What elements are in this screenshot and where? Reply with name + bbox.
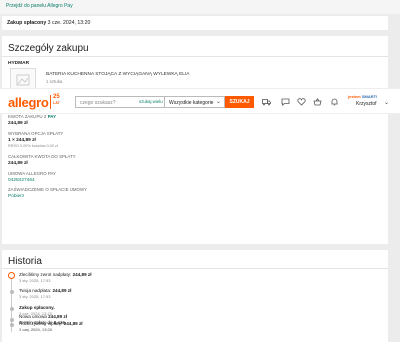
timeline-dot: [9, 323, 14, 327]
basket-icon[interactable]: [313, 98, 322, 106]
logo-separator: [50, 95, 51, 109]
product-quantity: 1 sztuka: [46, 79, 63, 84]
anniversary-badge: 25 LAT: [53, 94, 60, 106]
timeline-item: Twoja nadpłata: 244,89 zł 3 sty. 2025, 1…: [19, 288, 71, 299]
user-menu[interactable]: Krzysztof: [356, 101, 377, 107]
option-note: RRSO 0,00% kosztów 0,00 zł: [8, 144, 58, 148]
contract-label: UMOWA ALLEGRO PAY: [8, 171, 56, 176]
status-label: Zakup spłacony: [7, 20, 47, 26]
option-label: WYBRANA OPCJA SPŁATY: [8, 131, 64, 136]
category-select[interactable]: Wszystkie kategorie ⌄: [165, 96, 225, 108]
timeline-dot-active: [8, 272, 15, 279]
download-certificate-link[interactable]: Pobierz: [8, 194, 87, 199]
event-date: 7 maj. 2024, 13:21: [19, 327, 53, 332]
chevron-down-icon[interactable]: ⌄: [384, 99, 389, 106]
status-date: 3 cze. 2024, 13:20: [47, 20, 91, 26]
event-due-date: 6 cze.: [53, 320, 67, 325]
smart-badge[interactable]: jestem SMART!: [348, 94, 377, 99]
timeline-item: Nowa umowa 244,89 zł Termin spłaty do 6 …: [19, 314, 67, 333]
history-card-tail: [2, 332, 388, 342]
divider: [2, 56, 388, 57]
bell-icon[interactable]: [330, 98, 339, 106]
event-amount: 244,89 zł: [72, 272, 92, 277]
seller-name: HYDMAR: [8, 61, 30, 66]
heart-icon[interactable]: [297, 98, 306, 106]
event-text: Twoja nadpłata:: [19, 288, 53, 293]
timeline-item: Zleciliśmy zwrot nadpłaty: 244,89 zł 3 s…: [19, 272, 92, 283]
smart-prefix: jestem: [348, 94, 361, 99]
event-text-line2: Termin spłaty do: [19, 320, 54, 325]
event-date: 3 sty. 2025, 17:53: [19, 278, 51, 283]
timeline-dot: [9, 290, 14, 294]
event-amount: 244,89 zł: [52, 288, 72, 293]
allegro-logo[interactable]: allegro: [8, 95, 49, 110]
search-button[interactable]: SZUKAJ: [225, 96, 254, 108]
event-text: Nowa umowa: [19, 314, 49, 319]
timeline-dot: [9, 318, 14, 322]
chevron-down-icon: ⌄: [215, 99, 221, 105]
purchase-details-card: Szczegóły zakupu HYDMAR BATERIA KUCHENNA…: [2, 36, 388, 244]
back-to-pay-panel-link[interactable]: Przejdź do panelu Allegro Pay: [6, 3, 73, 9]
repayment-certificate: ZAŚWIADCZENIE O SPŁACIE UMOWY Pobierz: [8, 187, 87, 199]
amount-label: KWOTA ZAKUPU Z: [8, 114, 47, 119]
contract-number-link[interactable]: 0428427464: [8, 178, 56, 183]
total-amount: CAŁKOWITA KWOTA DO SPŁATY 244,89 zł: [8, 154, 76, 166]
truck-icon[interactable]: [262, 98, 271, 106]
history-title: Historia: [8, 256, 42, 267]
pay-badge: PAY: [47, 114, 57, 119]
allegro-header-bar: allegro 25 LAT czego szukasz? szukaj wiel…: [0, 88, 400, 114]
event-date: 3 sty. 2025, 17:53: [19, 294, 51, 299]
total-value: 244,89 zł: [8, 161, 28, 166]
purchase-amount: KWOTA ZAKUPU Z PAY 244,89 zł: [8, 114, 56, 126]
amount-value: 244,89 zł: [8, 121, 28, 126]
category-value: Wszystkie kategorie: [169, 100, 214, 106]
chat-icon[interactable]: [281, 98, 290, 107]
option-value: 1 × 244,89 zł: [8, 138, 36, 143]
status-card: Zakup spłacony 3 cze. 2024, 13:20: [2, 16, 388, 30]
divider: [2, 268, 388, 269]
event-text: Zleciliśmy zwrot nadpłaty:: [19, 272, 73, 277]
cert-label: ZAŚWIADCZENIE O SPŁACIE UMOWY: [8, 187, 88, 192]
anniversary-text: LAT: [53, 101, 60, 105]
event-amount: 244,89 zł: [48, 314, 68, 319]
status-text: Zakup spłacony 3 cze. 2024, 13:20: [7, 20, 90, 26]
total-label: CAŁKOWITA KWOTA DO SPŁATY: [8, 154, 76, 159]
timeline-dot: [9, 307, 14, 311]
product-name[interactable]: BATERIA KUCHENNA STOJĄCA Z WYCIĄGANĄ WYL…: [46, 72, 190, 77]
top-bar: Przejdź do panelu Allegro Pay: [0, 0, 400, 14]
event-status: Zakup spłacony.: [19, 305, 55, 310]
page-title: Szczegóły zakupu: [8, 43, 89, 54]
contract: UMOWA ALLEGRO PAY 0428427464: [8, 171, 56, 183]
payment-option: WYBRANA OPCJA SPŁATY 1 × 244,89 zł RRSO …: [8, 131, 63, 148]
search-scope-link[interactable]: szukaj wielu: [139, 99, 163, 104]
smart-brand: SMART!: [361, 94, 378, 99]
